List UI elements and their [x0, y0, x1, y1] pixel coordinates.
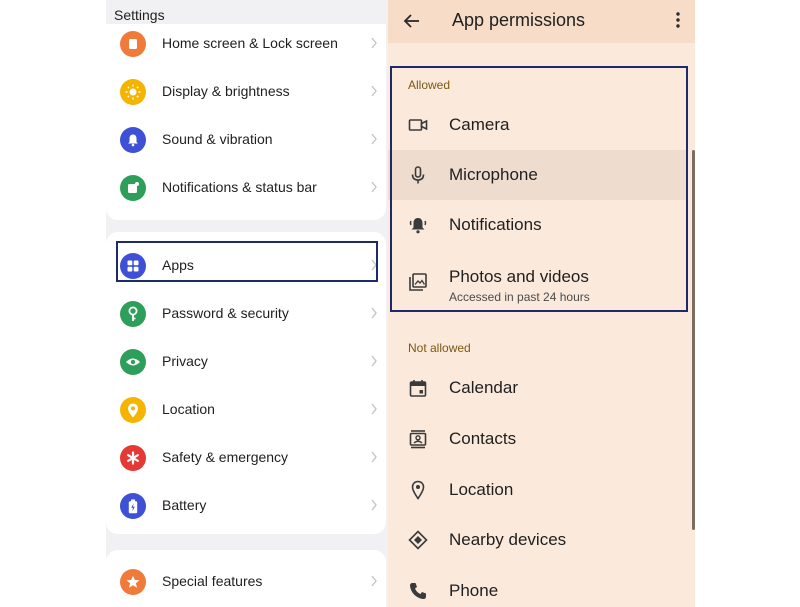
home-lock-icon — [120, 31, 146, 57]
chevron-right-icon — [371, 37, 377, 49]
settings-item-label: Battery — [162, 497, 207, 513]
location-pin-icon — [120, 397, 146, 423]
chevron-right-icon — [371, 499, 377, 511]
contacts-icon — [409, 430, 427, 449]
settings-card-3: Special features — [106, 550, 386, 607]
permission-label: Nearby devices — [449, 530, 567, 549]
permission-item-calendar[interactable]: Calendar — [388, 363, 686, 413]
permission-label: Location — [449, 480, 514, 499]
chevron-right-icon — [371, 403, 377, 415]
settings-item-label: Notifications & status bar — [162, 179, 317, 195]
settings-item-label: Special features — [162, 573, 263, 589]
back-arrow-icon[interactable] — [402, 11, 422, 31]
more-vert-icon[interactable] — [675, 11, 681, 29]
permission-label: Phone — [449, 581, 499, 600]
settings-title: Settings — [114, 7, 165, 23]
settings-item-home-lock[interactable]: Home screen & Lock screen — [106, 22, 386, 66]
app-bar: App permissions — [388, 0, 695, 43]
notification-icon — [120, 175, 146, 201]
settings-item-label: Privacy — [162, 353, 208, 369]
eye-icon — [120, 349, 146, 375]
settings-item-label: Safety & emergency — [162, 449, 289, 465]
settings-item-battery[interactable]: Battery — [106, 484, 386, 528]
phone-icon — [410, 583, 426, 599]
settings-item-password[interactable]: Password & security — [106, 292, 386, 336]
star-icon — [120, 569, 146, 595]
settings-panel: Settings Home screen & Lock screen Displ… — [106, 0, 388, 607]
settings-card-1: Home screen & Lock screen Display & brig… — [106, 24, 386, 220]
sun-icon — [120, 79, 146, 105]
chevron-right-icon — [371, 307, 377, 319]
settings-item-sound[interactable]: Sound & vibration — [106, 118, 386, 162]
settings-item-display[interactable]: Display & brightness — [106, 70, 386, 114]
chevron-right-icon — [371, 181, 377, 193]
key-icon — [120, 301, 146, 327]
permission-item-nearby-devices[interactable]: Nearby devices — [388, 515, 686, 565]
permission-item-contacts[interactable]: Contacts — [388, 414, 686, 464]
chevron-right-icon — [371, 451, 377, 463]
settings-item-label: Password & security — [162, 305, 289, 321]
chevron-right-icon — [371, 133, 377, 145]
settings-item-safety[interactable]: Safety & emergency — [106, 436, 386, 480]
permission-item-location[interactable]: Location — [388, 465, 686, 515]
settings-item-label: Home screen & Lock screen — [162, 35, 338, 51]
permission-item-phone[interactable]: Phone — [388, 566, 686, 607]
settings-item-notifications[interactable]: Notifications & status bar — [106, 166, 386, 210]
asterisk-icon — [120, 445, 146, 471]
chevron-right-icon — [371, 355, 377, 367]
scrollbar[interactable] — [692, 150, 695, 530]
settings-item-label: Location — [162, 401, 215, 417]
settings-item-special-features[interactable]: Special features — [106, 560, 386, 604]
bell-icon — [120, 127, 146, 153]
page-title: App permissions — [452, 10, 586, 30]
permission-label: Calendar — [449, 378, 518, 397]
allowed-highlight-box — [390, 66, 688, 312]
not-allowed-section-heading: Not allowed — [408, 341, 471, 355]
nearby-devices-icon — [408, 530, 428, 550]
battery-icon — [120, 493, 146, 519]
settings-item-privacy[interactable]: Privacy — [106, 340, 386, 384]
settings-item-label: Sound & vibration — [162, 131, 273, 147]
chevron-right-icon — [371, 85, 377, 97]
location-icon — [411, 480, 425, 500]
apps-highlight-box — [116, 241, 378, 282]
settings-item-location[interactable]: Location — [106, 388, 386, 432]
calendar-icon — [409, 380, 427, 397]
chevron-right-icon — [371, 575, 377, 587]
settings-item-label: Display & brightness — [162, 83, 290, 99]
permission-label: Contacts — [449, 429, 517, 448]
